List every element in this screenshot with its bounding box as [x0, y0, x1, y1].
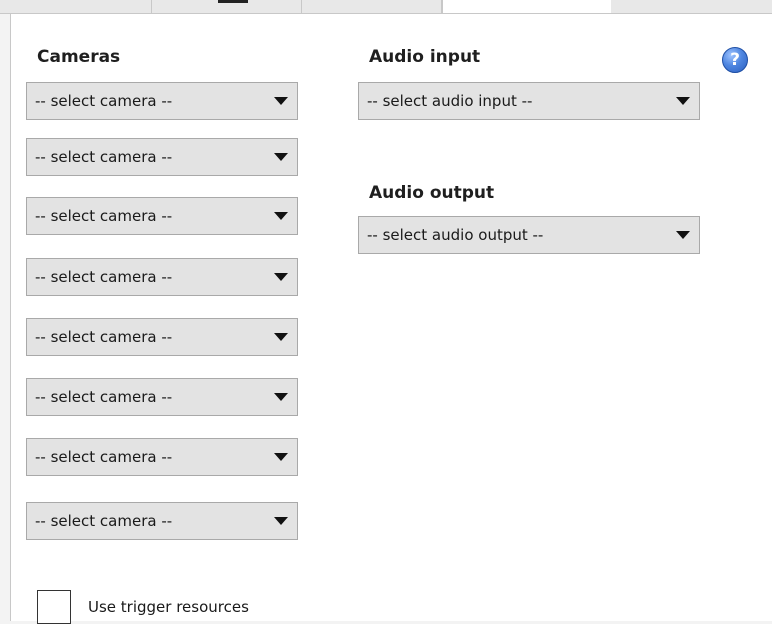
camera-select-1-value: -- select camera --	[35, 92, 173, 110]
use-trigger-resources-label: Use trigger resources	[88, 598, 249, 616]
camera-select-3[interactable]: -- select camera --	[26, 197, 298, 235]
help-icon-glyph: ?	[730, 50, 740, 70]
audio-input-label: Audio input	[369, 47, 481, 67]
camera-select-2[interactable]: -- select camera --	[26, 138, 298, 176]
help-icon[interactable]: ?	[722, 47, 748, 73]
camera-select-8-value: -- select camera --	[35, 512, 173, 530]
tab-strip	[0, 0, 772, 14]
audio-output-select[interactable]: -- select audio output --	[358, 216, 700, 254]
camera-select-7-value: -- select camera --	[35, 448, 173, 466]
camera-select-4[interactable]: -- select camera --	[26, 258, 298, 296]
chevron-down-icon	[274, 453, 288, 461]
chevron-down-icon	[274, 393, 288, 401]
use-trigger-resources-checkbox[interactable]	[37, 590, 71, 624]
chevron-down-icon	[274, 153, 288, 161]
audio-input-value: -- select audio input --	[367, 92, 533, 110]
chevron-down-icon	[274, 273, 288, 281]
chevron-down-icon	[676, 97, 690, 105]
camera-select-2-value: -- select camera --	[35, 148, 173, 166]
chevron-down-icon	[274, 333, 288, 341]
camera-select-7[interactable]: -- select camera --	[26, 438, 298, 476]
camera-select-8[interactable]: -- select camera --	[26, 502, 298, 540]
tab-5[interactable]	[611, 0, 772, 14]
camera-select-5[interactable]: -- select camera --	[26, 318, 298, 356]
audio-output-label: Audio output	[369, 183, 495, 203]
audio-input-select[interactable]: -- select audio input --	[358, 82, 700, 120]
chevron-down-icon	[676, 231, 690, 239]
camera-select-3-value: -- select camera --	[35, 207, 173, 225]
tab-active[interactable]	[442, 0, 612, 14]
tab-2[interactable]	[152, 0, 302, 14]
chevron-down-icon	[274, 212, 288, 220]
chevron-down-icon	[274, 517, 288, 525]
camera-select-6-value: -- select camera --	[35, 388, 173, 406]
cameras-label: Cameras	[37, 47, 121, 67]
camera-select-6[interactable]: -- select camera --	[26, 378, 298, 416]
tab-2-label-fragment	[218, 0, 248, 3]
camera-select-4-value: -- select camera --	[35, 268, 173, 286]
chevron-down-icon	[274, 97, 288, 105]
audio-output-value: -- select audio output --	[367, 226, 544, 244]
camera-select-5-value: -- select camera --	[35, 328, 173, 346]
camera-select-1[interactable]: -- select camera --	[26, 82, 298, 120]
tab-1[interactable]	[0, 0, 152, 14]
tab-3[interactable]	[302, 0, 442, 14]
